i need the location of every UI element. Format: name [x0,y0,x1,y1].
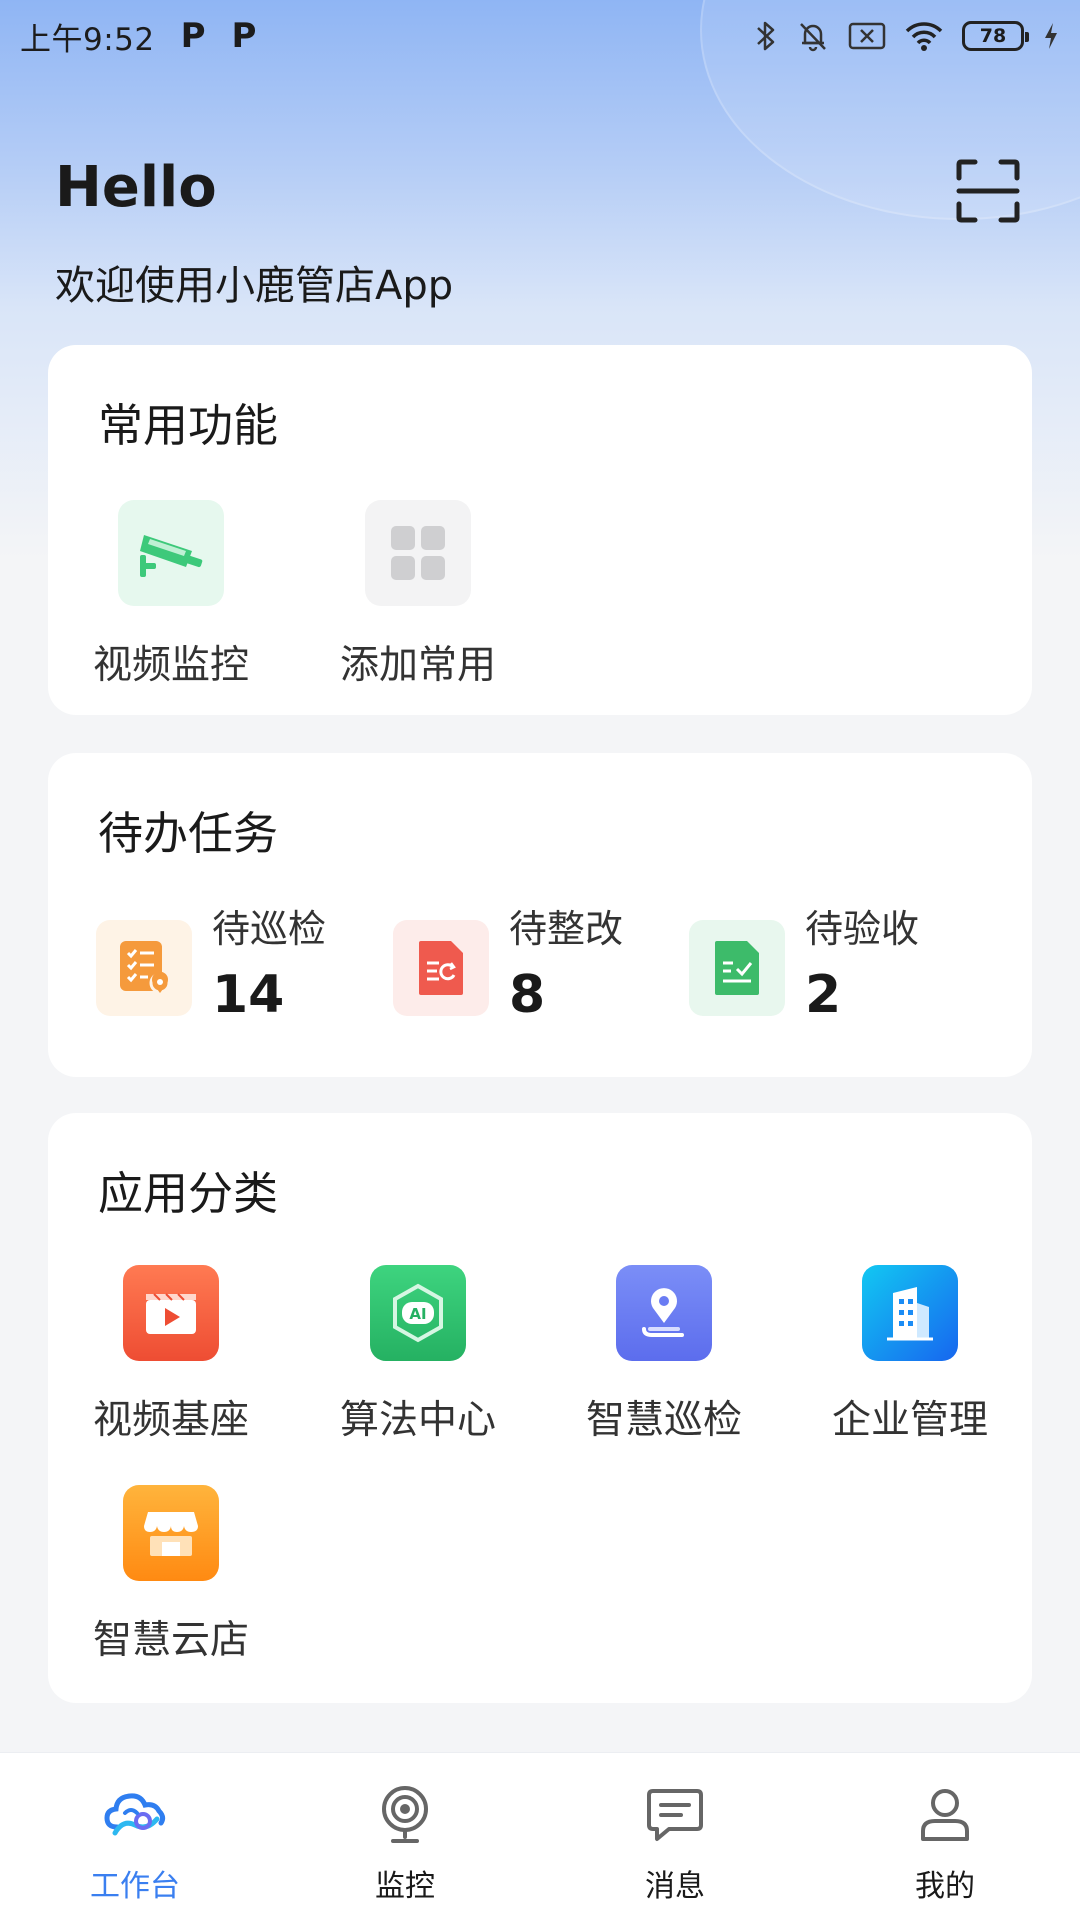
rectify-doc-icon [393,920,489,1016]
parking-notification-icon: P [180,16,206,56]
battery-level: 78 [979,25,1007,47]
bottom-tab-bar: 工作台 监控 消息 我的 [0,1752,1080,1920]
camera-icon [118,500,224,606]
welcome-subtitle: 欢迎使用小鹿管店App [55,263,454,309]
bluetooth-icon [757,21,775,51]
scan-button[interactable] [955,158,1021,224]
accept-doc-icon [689,920,785,1016]
todo-count: 14 [212,965,285,1025]
section-title: 应用分类 [98,1167,279,1220]
app-algorithm-center[interactable]: AI 算法中心 [328,1265,508,1445]
tile-label: 视频监控 [92,643,249,688]
status-bar: 上午9:52 P P 78 [0,0,1080,72]
webcam-icon [382,1786,428,1843]
tab-label: 消息 [645,1869,705,1904]
todo-label: 待验收 [805,907,920,951]
tab-label: 工作台 [90,1869,180,1904]
building-icon [862,1265,958,1361]
tab-label: 监控 [375,1869,435,1904]
checklist-icon [96,920,192,1016]
scan-icon [956,159,1020,223]
app-smart-cloud-store[interactable]: 智慧云店 [81,1485,261,1665]
wifi-icon [905,22,943,51]
todo-tasks-card: 待办任务 待巡检 14 待整改 8 待验收 2 [48,753,1032,1077]
video-monitor-tile[interactable]: 视频监控 [81,500,261,690]
todo-label: 待巡检 [212,907,327,951]
profile-icon [921,1789,969,1841]
section-title: 常用功能 [98,399,279,452]
greeting-title: Hello [55,155,217,220]
tile-label: 视频基座 [92,1398,249,1443]
tab-messages[interactable]: 消息 [540,1753,810,1920]
grid-icon [365,500,471,606]
tile-label: 算法中心 [339,1398,496,1443]
todo-count: 8 [509,965,546,1025]
todo-acceptance[interactable]: 待验收 2 [689,907,919,1048]
todo-rectify[interactable]: 待整改 8 [393,907,623,1048]
status-time: 上午9:52 [20,21,155,58]
todo-count: 2 [805,965,842,1025]
common-functions-card: 常用功能 视频监控 添加常用 [48,345,1032,715]
app-video-base[interactable]: 视频基座 [81,1265,261,1445]
tab-profile[interactable]: 我的 [810,1753,1080,1920]
tile-label: 智慧巡检 [585,1398,742,1443]
svg-text:AI: AI [409,1305,426,1323]
video-clapper-icon [123,1265,219,1361]
tile-label: 添加常用 [339,643,496,688]
section-title: 待办任务 [98,807,279,860]
workbench-cloud-icon [104,1793,166,1836]
store-icon [123,1485,219,1581]
tile-label: 智慧云店 [92,1618,249,1663]
sim-disabled-icon [848,22,886,50]
todo-inspection[interactable]: 待巡检 14 [96,907,326,1048]
app-categories-card: 应用分类 视频基座 AI 算法中心 智慧巡检 企业管理 智慧云店 [48,1113,1032,1703]
tab-monitor[interactable]: 监控 [270,1753,540,1920]
add-common-tile[interactable]: 添加常用 [328,500,508,690]
location-pin-icon [616,1265,712,1361]
tile-label: 企业管理 [831,1398,988,1443]
tab-workbench[interactable]: 工作台 [0,1753,270,1920]
battery-indicator: 78 [962,21,1029,51]
tab-label: 我的 [915,1869,975,1904]
app-enterprise-management[interactable]: 企业管理 [820,1265,1000,1445]
todo-label: 待整改 [509,907,624,951]
charging-icon [1045,23,1057,49]
ai-icon: AI [370,1265,466,1361]
parking-notification-icon: P [231,16,257,56]
mute-bell-icon [800,23,826,52]
app-smart-inspection[interactable]: 智慧巡检 [574,1265,754,1445]
message-icon [647,1789,703,1841]
